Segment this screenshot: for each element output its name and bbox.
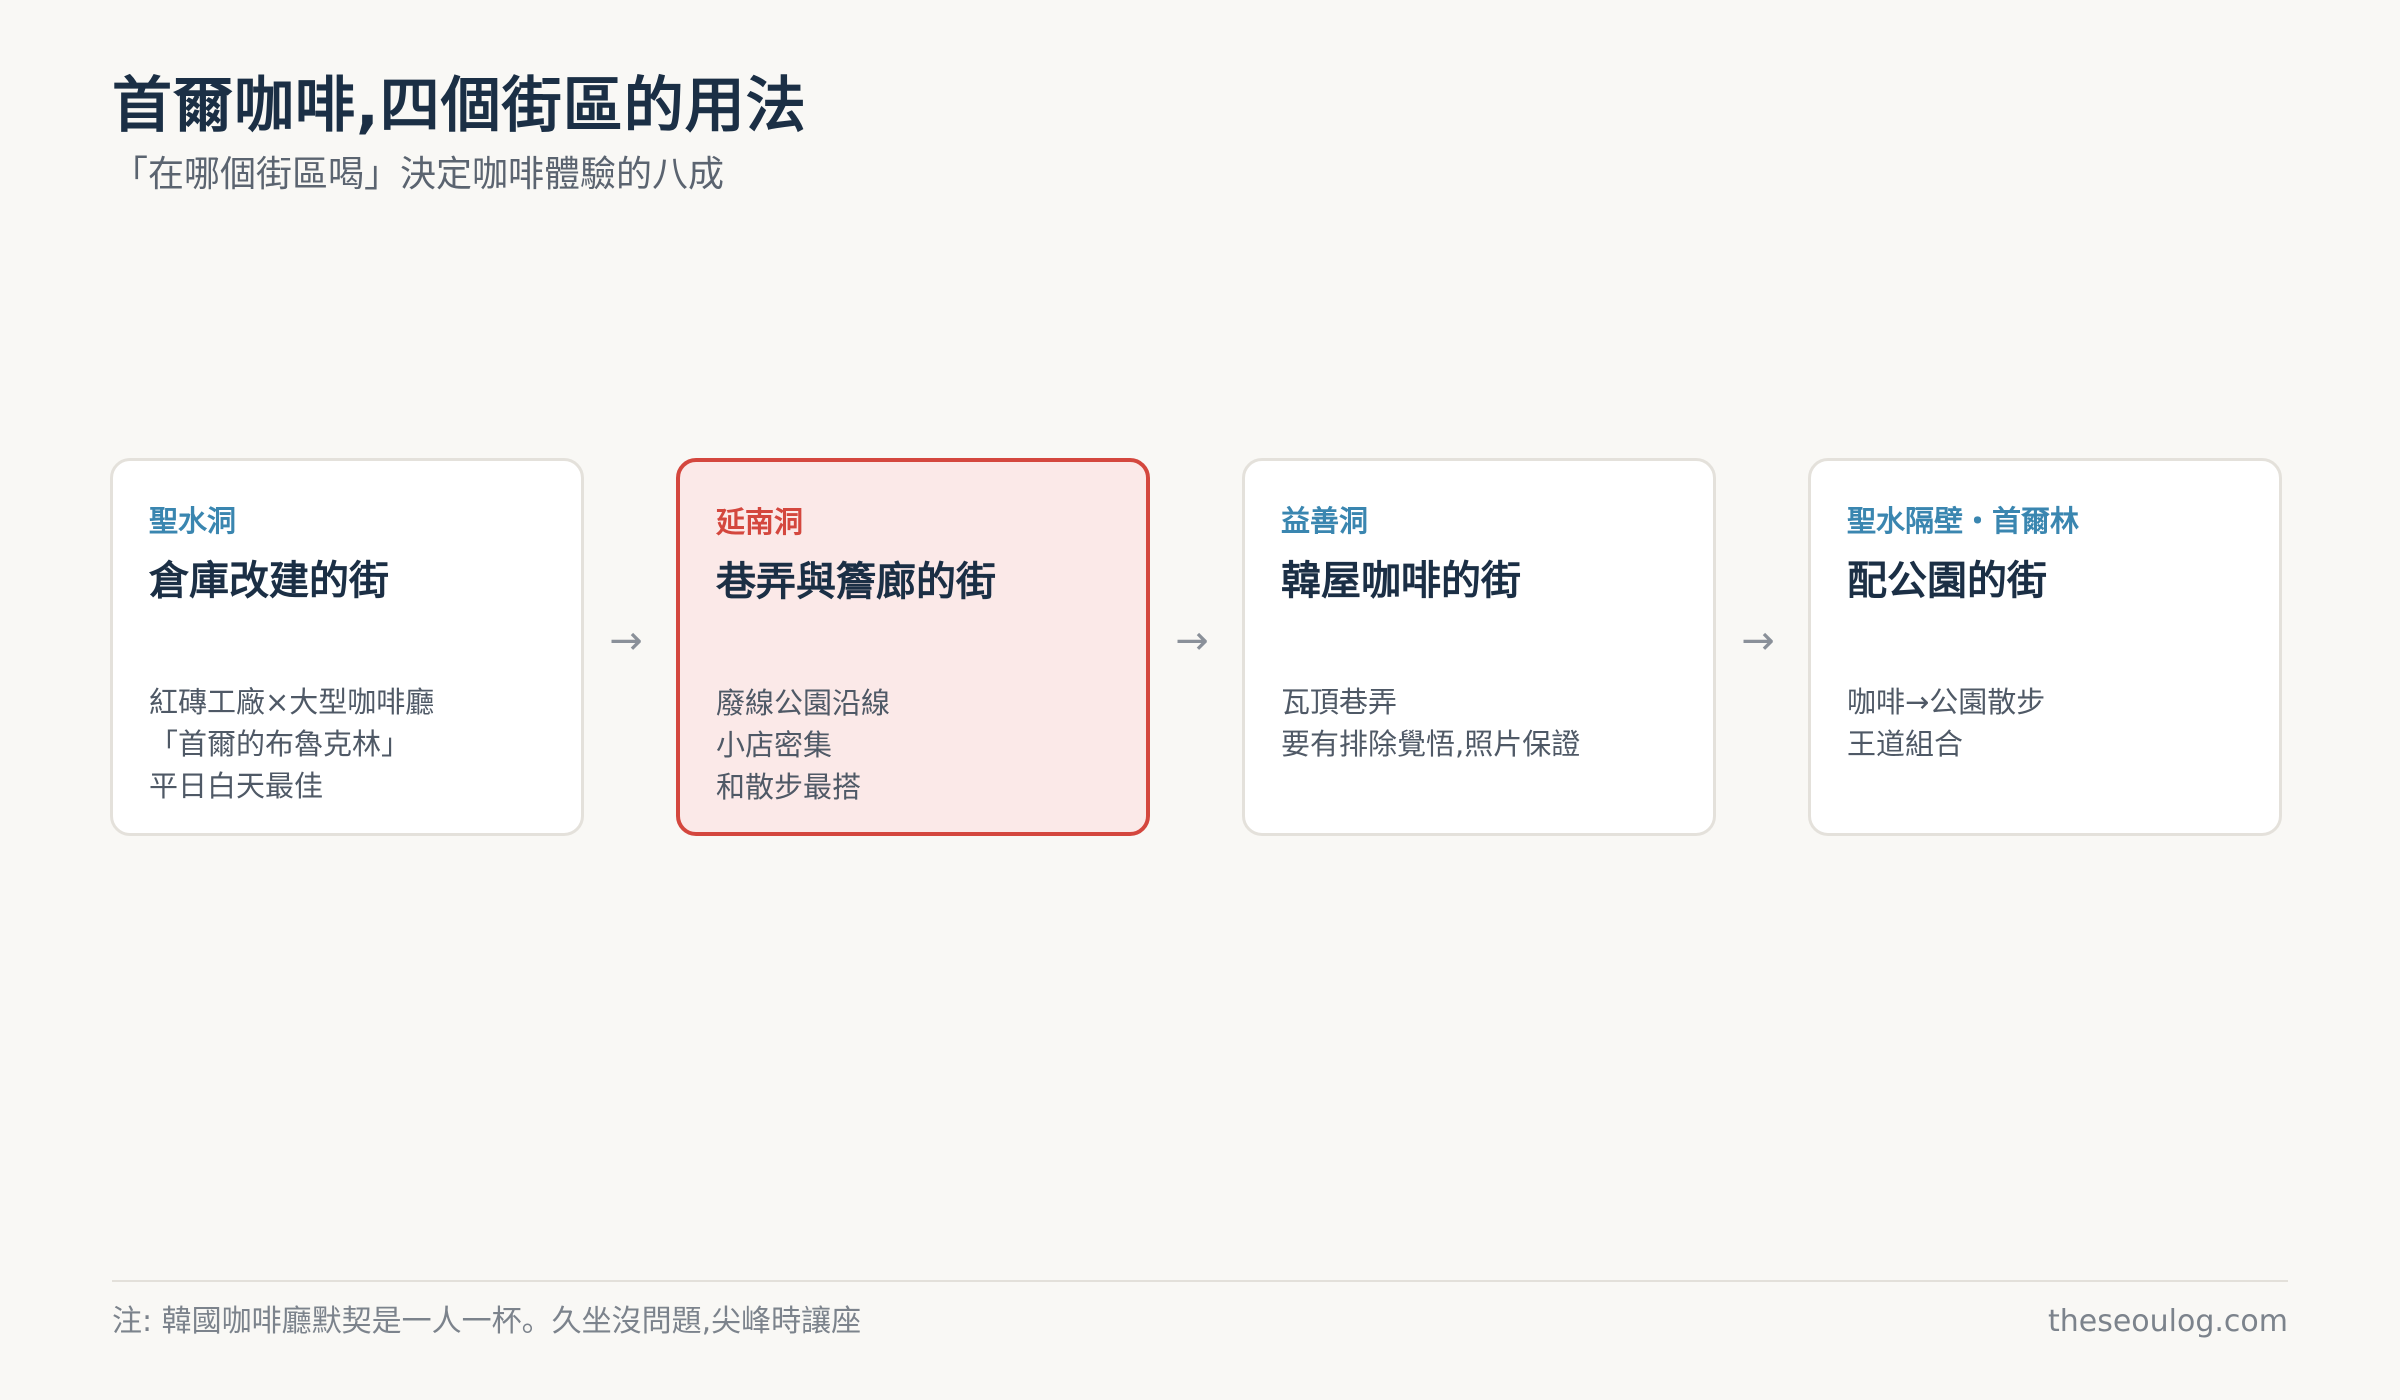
arrow-right-icon: → [1741, 618, 1775, 664]
district-details: 廢線公園沿線 小店密集 和散步最搭 [716, 682, 890, 808]
district-concept: 配公園的街 [1847, 558, 2047, 604]
detail-line: 小店密集 [716, 728, 833, 762]
header: 首爾咖啡,四個街區的用法 「在哪個街區喝」決定咖啡體驗的八成 [112, 66, 807, 200]
detail-line: 瓦頂巷弄 [1281, 685, 1398, 719]
detail-line: 要有排除覺悟,照片保證 [1281, 727, 1581, 761]
detail-line: 廢線公園沿線 [716, 686, 891, 720]
detail-line: 和散步最搭 [716, 770, 862, 804]
detail-line: 平日白天最佳 [149, 769, 324, 803]
page-title: 首爾咖啡,四個街區的用法 [112, 71, 807, 141]
district-card-yeonnam: 延南洞 巷弄與簷廊的街 廢線公園沿線 小店密集 和散步最搭 [676, 458, 1150, 836]
footer-divider [112, 1280, 2288, 1282]
district-concept: 巷弄與簷廊的街 [716, 559, 996, 605]
footnote: 注: 韓國咖啡廳默契是一人一杯。久坐沒問題,尖峰時讓座 [112, 1304, 862, 1339]
district-concept: 韓屋咖啡的街 [1281, 558, 1521, 604]
district-details: 紅磚工廠×大型咖啡廳 「首爾的布魯克林」 平日白天最佳 [149, 681, 434, 807]
district-details: 咖啡→公園散步 王道組合 [1847, 681, 2045, 765]
detail-line: 「首爾的布魯克林」 [149, 727, 411, 761]
district-details: 瓦頂巷弄 要有排除覺悟,照片保證 [1281, 681, 1580, 765]
detail-line: 咖啡→公園散步 [1847, 685, 2046, 719]
arrow-right-icon: → [609, 618, 643, 664]
district-name: 益善洞 [1281, 504, 1369, 538]
detail-line: 王道組合 [1847, 727, 1964, 761]
district-name: 聖水隔壁・首爾林 [1847, 504, 2080, 538]
page-subtitle: 「在哪個街區喝」決定咖啡體驗的八成 [112, 154, 725, 195]
district-card-seongsu: 聖水洞 倉庫改建的街 紅磚工廠×大型咖啡廳 「首爾的布魯克林」 平日白天最佳 [110, 458, 584, 836]
arrow-right-icon: → [1175, 618, 1209, 664]
district-concept: 倉庫改建的街 [149, 558, 389, 604]
detail-line: 紅磚工廠×大型咖啡廳 [149, 685, 435, 719]
district-card-seoul-forest: 聖水隔壁・首爾林 配公園的街 咖啡→公園散步 王道組合 [1808, 458, 2282, 836]
district-card-ikseon: 益善洞 韓屋咖啡的街 瓦頂巷弄 要有排除覺悟,照片保證 [1242, 458, 1716, 836]
site-url: theseoulog.com [2047, 1304, 2288, 1339]
district-name: 延南洞 [716, 505, 804, 539]
district-flow: 聖水洞 倉庫改建的街 紅磚工廠×大型咖啡廳 「首爾的布魯克林」 平日白天最佳 →… [110, 458, 2290, 842]
district-name: 聖水洞 [149, 504, 237, 538]
